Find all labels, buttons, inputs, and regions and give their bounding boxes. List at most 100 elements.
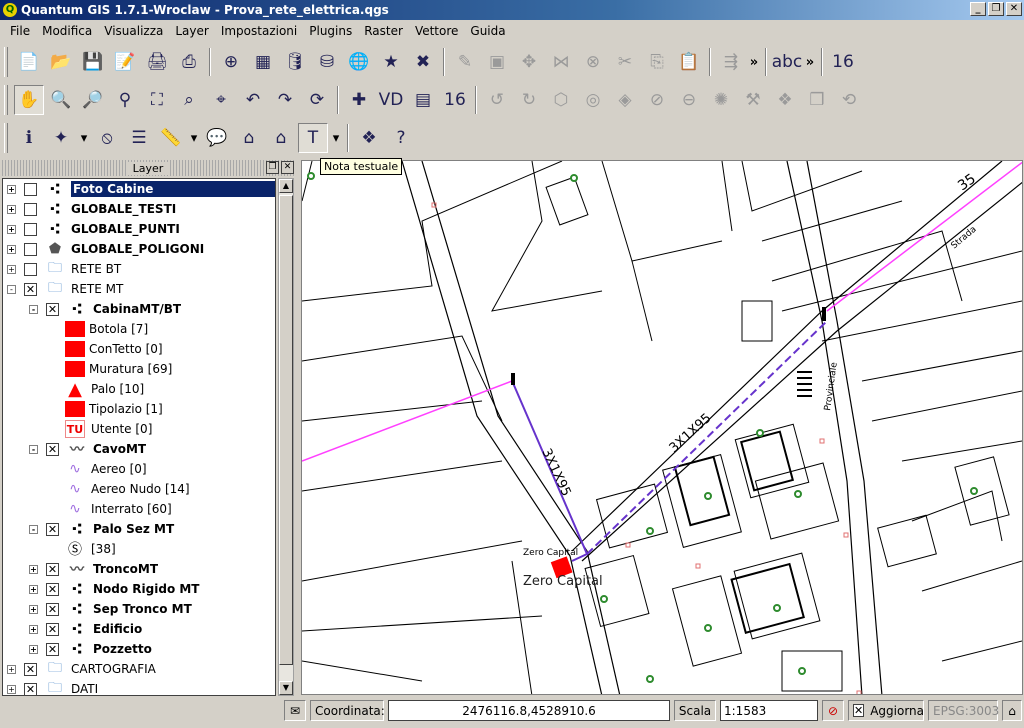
layer-visibility-checkbox[interactable]: ✕: [46, 562, 59, 576]
label-tool-icon[interactable]: abc: [772, 47, 803, 77]
merge-features-icon[interactable]: ❖: [770, 85, 800, 115]
collapse-icon[interactable]: -: [29, 444, 38, 454]
layer-item[interactable]: + 🗀 RETE BT: [3, 259, 275, 279]
layer-item[interactable]: + ⁖ GLOBALE_TESTI: [3, 199, 275, 220]
restore-button[interactable]: ❐: [988, 2, 1004, 16]
layer-visibility-checkbox[interactable]: [24, 222, 37, 236]
layer-visibility-checkbox[interactable]: ✕: [24, 682, 37, 695]
layer-visibility-checkbox[interactable]: ✕: [46, 642, 59, 656]
expand-icon[interactable]: +: [7, 224, 16, 234]
add-wms-layer-icon[interactable]: 🌐: [344, 47, 374, 77]
layer-item[interactable]: ∿ Aereo [0]: [3, 459, 275, 479]
layer-item[interactable]: + ✕ 🗀 DATI: [3, 679, 275, 695]
move-feature-icon[interactable]: ✥: [514, 47, 544, 77]
print-composer-icon[interactable]: 🖨: [142, 47, 172, 77]
scale-field[interactable]: 1:1583: [720, 700, 818, 721]
layer-item[interactable]: + ⁖ GLOBALE_PUNTI: [3, 219, 275, 240]
layer-item[interactable]: + ✕ ⁖ Pozzetto: [3, 639, 275, 660]
measure-dropdown-icon[interactable]: ▾: [188, 131, 200, 146]
annotation-dropdown-icon[interactable]: ▾: [330, 131, 342, 146]
remove-layer-icon[interactable]: ✖: [408, 47, 438, 77]
layer-item[interactable]: + ✕ ⁖ Edificio: [3, 619, 275, 640]
menu-guida[interactable]: Guida: [464, 24, 511, 38]
attribute-table-icon[interactable]: ☰: [124, 123, 154, 153]
layer-item[interactable]: - ✕ ⁖ Palo Sez MT: [3, 519, 275, 540]
snapping-icon[interactable]: ⇶: [716, 47, 746, 77]
layer-visibility-checkbox[interactable]: ✕: [46, 602, 59, 616]
layer-visibility-checkbox[interactable]: ✕: [46, 622, 59, 636]
menu-modifica[interactable]: Modifica: [36, 24, 98, 38]
delete-ring-icon[interactable]: ⊘: [642, 85, 672, 115]
expand-icon[interactable]: +: [7, 684, 16, 694]
add-part-icon[interactable]: ◈: [610, 85, 640, 115]
save-project-icon[interactable]: 💾: [78, 47, 108, 77]
zoom-layer-icon[interactable]: ⌖: [206, 85, 236, 115]
layer-visibility-checkbox[interactable]: ✕: [24, 282, 37, 296]
menu-impostazioni[interactable]: Impostazioni: [215, 24, 303, 38]
digitize-icon[interactable]: ✚: [344, 85, 374, 115]
layer-visibility-checkbox[interactable]: [24, 202, 37, 216]
delete-selected-icon[interactable]: ⊗: [578, 47, 608, 77]
split-features-icon[interactable]: ⚒: [738, 85, 768, 115]
toolbar-overflow-icon[interactable]: »: [804, 55, 816, 70]
menu-plugins[interactable]: Plugins: [303, 24, 358, 38]
layer-item[interactable]: TU Utente [0]: [3, 419, 275, 439]
scroll-up-arrow-icon[interactable]: ▲: [279, 179, 293, 193]
delete-part-icon[interactable]: ⊖: [674, 85, 704, 115]
show-bookmarks-icon[interactable]: ⌂: [266, 123, 296, 153]
layer-item[interactable]: + ✕ 〰 TroncoMT: [3, 559, 275, 579]
layer-visibility-checkbox[interactable]: ✕: [46, 582, 59, 596]
menu-visualizza[interactable]: Visualizza: [98, 24, 169, 38]
cut-features-icon[interactable]: ✂: [610, 47, 640, 77]
menu-layer[interactable]: Layer: [169, 24, 214, 38]
simplify-icon[interactable]: ⬡: [546, 85, 576, 115]
identify-vd-icon[interactable]: VD: [376, 85, 406, 115]
new-project-icon[interactable]: 📄: [14, 47, 44, 77]
layer-item[interactable]: - ✕ 〰 CavoMT: [3, 439, 275, 459]
layer-item[interactable]: ∿ Aereo Nudo [14]: [3, 479, 275, 499]
layer-tree-scrollbar[interactable]: ▲ ▼: [278, 178, 294, 696]
python-console-icon[interactable]: ❖: [354, 123, 384, 153]
expand-icon[interactable]: +: [7, 264, 16, 274]
text-annotation-icon[interactable]: T: [298, 123, 328, 153]
layer-item[interactable]: + ✕ 🗀 CARTOGRAFIA: [3, 659, 275, 679]
layer-item[interactable]: ConTetto [0]: [3, 339, 275, 359]
add-spatialite-layer-icon[interactable]: ⛁: [312, 47, 342, 77]
save-edits-icon[interactable]: ▣: [482, 47, 512, 77]
expand-icon[interactable]: +: [7, 204, 16, 214]
edit-pencil-icon[interactable]: ✎: [450, 47, 480, 77]
print-icon[interactable]: ⎙: [174, 47, 204, 77]
layer-item[interactable]: + ⁖ Foto Cabine: [3, 179, 275, 200]
open-project-icon[interactable]: 📂: [46, 47, 76, 77]
layer-tree[interactable]: + ⁖ Foto Cabine + ⁖ GLOBALE_TESTI + ⁖ GLOBALE_PU…: [2, 178, 276, 696]
zoom-in-icon[interactable]: 🔍: [46, 85, 76, 115]
refresh-icon[interactable]: ⟳: [302, 85, 332, 115]
menu-raster[interactable]: Raster: [358, 24, 409, 38]
layer-item[interactable]: - ✕ ⁖ CabinaMT/BT: [3, 299, 275, 320]
scroll-thumb[interactable]: [279, 195, 293, 665]
add-postgis-layer-icon[interactable]: 🛢: [280, 47, 310, 77]
collapse-icon[interactable]: -: [29, 304, 38, 314]
collapse-icon[interactable]: -: [29, 524, 38, 534]
layer-visibility-checkbox[interactable]: [24, 182, 37, 196]
menu-vettore[interactable]: Vettore: [409, 24, 464, 38]
stop-render-icon[interactable]: ⊘: [822, 700, 844, 721]
toolbar-overflow-icon[interactable]: »: [748, 55, 760, 70]
paste-features-icon[interactable]: 📋: [674, 47, 704, 77]
add-ring-icon[interactable]: ◎: [578, 85, 608, 115]
messages-icon[interactable]: ✉: [284, 700, 306, 721]
node-tool-icon[interactable]: ⋈: [546, 47, 576, 77]
layer-item[interactable]: ∿ Interrato [60]: [3, 499, 275, 519]
calendar-icon[interactable]: 16: [828, 47, 858, 77]
scroll-down-arrow-icon[interactable]: ▼: [279, 681, 293, 695]
reshape-icon[interactable]: ✺: [706, 85, 736, 115]
expand-icon[interactable]: +: [29, 624, 38, 634]
zoom-out-icon[interactable]: 🔎: [78, 85, 108, 115]
map-tips-icon[interactable]: 💬: [202, 123, 232, 153]
new-bookmark-icon[interactable]: ⌂: [234, 123, 264, 153]
coordinate-field[interactable]: 2476116.8,4528910.6: [388, 700, 670, 721]
close-panel-icon[interactable]: ✕: [281, 161, 294, 174]
redo-icon[interactable]: ↻: [514, 85, 544, 115]
identify-features-icon[interactable]: ℹ: [14, 123, 44, 153]
layer-item[interactable]: Ⓢ [38]: [3, 539, 275, 559]
